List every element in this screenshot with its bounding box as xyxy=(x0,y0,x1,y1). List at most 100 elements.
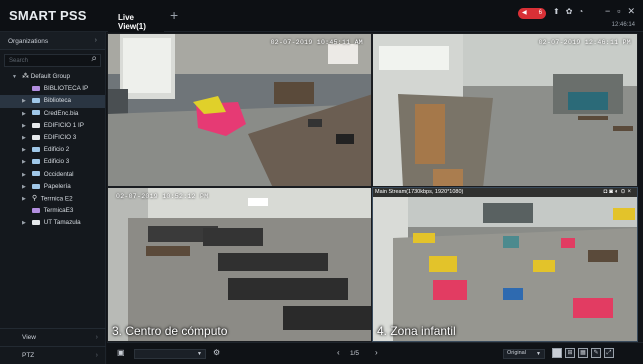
dvr-icon xyxy=(32,98,40,104)
chevron-right-icon: › xyxy=(95,334,98,341)
dvr-icon xyxy=(32,183,40,189)
tour-icon[interactable]: ⚙ xyxy=(213,348,220,357)
search-icon[interactable]: ⌕ xyxy=(91,53,97,64)
tree-node-label: Edificio 2 xyxy=(43,146,70,154)
video-window-3[interactable]: 02-07-2019 10:52:12 PM 3. Centro de cómp… xyxy=(107,187,372,342)
view-panel-header[interactable]: View › xyxy=(0,328,106,346)
tree-node-biblioteca-ip[interactable]: BIBLIOTECA IP xyxy=(0,83,105,95)
tree-node-label: Terrnica E2 xyxy=(40,195,73,203)
tree-node-label: CredEnc.bia xyxy=(43,109,79,117)
camera-icon xyxy=(32,207,40,213)
expand-right-icon[interactable]: ▶ xyxy=(22,108,26,120)
camera-icon xyxy=(32,86,40,92)
chevron-down-icon: ▼ xyxy=(536,351,541,357)
dvr-icon xyxy=(32,146,40,152)
chevron-right-icon: › xyxy=(95,352,98,359)
layout-1-icon[interactable] xyxy=(552,348,562,358)
camera-name-overlay: 3. Centro de cómputo xyxy=(112,324,228,338)
video-grid: 02-07-2019 10:45:11 AM 02-07-2019 12:46:… xyxy=(107,33,638,342)
expand-right-icon[interactable]: ▶ xyxy=(22,193,26,205)
expand-right-icon[interactable]: ▶ xyxy=(22,132,26,144)
video-window-4[interactable]: Main Stream(1730kbps, 1920*1080) ◘◙◐⊙× 4… xyxy=(372,187,638,342)
expand-right-icon[interactable]: ▶ xyxy=(22,169,26,181)
minimize-icon[interactable]: − xyxy=(605,6,610,17)
dvr-icon xyxy=(32,159,40,165)
stream-quality-value: Original xyxy=(507,350,526,356)
search-input[interactable]: Search ⌕ xyxy=(4,53,101,67)
view-select[interactable]: ▼ xyxy=(134,349,206,359)
organizations-header[interactable]: Organizations › xyxy=(0,32,105,50)
dvr-icon xyxy=(32,110,40,116)
tree-node-edificio-3[interactable]: ▶ Edificio 3 xyxy=(0,156,105,168)
layout-custom-icon[interactable]: ▦ xyxy=(578,348,588,358)
video-window-2[interactable]: 02-07-2019 12:46:11 PM xyxy=(372,33,638,187)
bottom-toolbar: ▣ ▼ ⚙ ‹ 1/5 › Original ▼ ⊞ ▦ ✎ ⤢ xyxy=(107,342,643,364)
gear-icon[interactable]: ✿ xyxy=(566,7,573,16)
next-page-icon[interactable]: › xyxy=(375,348,378,357)
user-icon[interactable]: ⬆ xyxy=(553,7,560,16)
stream-info-bar: Main Stream(1730kbps, 1920*1080) ◘◙◐⊙× xyxy=(373,188,637,197)
close-icon[interactable]: × xyxy=(627,189,633,195)
add-tab-icon[interactable]: + xyxy=(170,8,178,22)
tree-node-edificio-2[interactable]: ▶ Edificio 2 xyxy=(0,144,105,156)
video-feed-1 xyxy=(108,34,371,186)
tree-node-label: BIBLIOTECA IP xyxy=(43,85,89,93)
tree-node-termica-e2[interactable]: ▶ ⚲ Terrnica E2 xyxy=(0,193,105,205)
title-bar: SMART PSS Live View(1) + ◀ 6 ⬆ ✿ ◔ − ▫ ✕… xyxy=(0,0,643,32)
expand-right-icon[interactable]: ▶ xyxy=(22,120,26,132)
dvr-icon xyxy=(32,171,40,177)
chevron-right-icon: › xyxy=(94,37,97,44)
tree-node-biblioteca[interactable]: ▶ Biblioteca xyxy=(0,95,105,108)
device-tree: ▼ ⁂ Default Group BIBLIOTECA IP ▶ Biblio… xyxy=(0,71,105,229)
prev-page-icon[interactable]: ‹ xyxy=(337,348,340,357)
restore-icon[interactable]: ▫ xyxy=(617,6,620,17)
location-icon: ⚲ xyxy=(32,194,38,202)
expand-right-icon[interactable]: ▶ xyxy=(22,181,26,193)
tree-node-ut-tamazula[interactable]: ▶ UT Tamazula xyxy=(0,217,105,229)
alarm-count: 6 xyxy=(538,10,542,16)
alarm-badge[interactable]: ◀ 6 xyxy=(518,8,546,19)
timestamp-overlay: 02-07-2019 10:52:12 PM xyxy=(116,193,209,200)
tree-node-edificio-1-ip[interactable]: ▶ EDIFICIO 1 IP xyxy=(0,120,105,132)
save-view-icon[interactable]: ▣ xyxy=(117,348,125,357)
clock: 12:46:14 xyxy=(611,22,635,28)
tree-node-papeleria[interactable]: ▶ Papelería xyxy=(0,181,105,193)
stream-toolbar: ◘◙◐⊙× xyxy=(604,188,633,195)
video-window-1[interactable]: 02-07-2019 10:45:11 AM xyxy=(107,33,372,187)
tree-node-credencia[interactable]: ▶ CredEnc.bia xyxy=(0,108,105,120)
ptz-label: PTZ xyxy=(22,352,35,359)
dashboard-icon[interactable]: ◔ xyxy=(578,7,583,16)
expand-right-icon[interactable]: ▶ xyxy=(22,156,26,168)
tree-node-label: Occidental xyxy=(43,170,74,178)
tree-node-label: TermicaE3 xyxy=(43,207,74,215)
tree-node-label: Default Group xyxy=(30,73,70,80)
edit-icon[interactable]: ✎ xyxy=(591,348,601,358)
nvr-icon xyxy=(32,220,40,226)
nvr-icon xyxy=(32,122,40,128)
video-feed-3 xyxy=(108,188,371,341)
expand-right-icon[interactable]: ▶ xyxy=(22,217,26,229)
tree-node-label: EDIFICIO 1 IP xyxy=(43,121,84,129)
organizations-label: Organizations xyxy=(8,38,49,45)
tree-node-termica-e3[interactable]: TermicaE3 xyxy=(0,205,105,217)
tree-node-occidental[interactable]: ▶ Occidental xyxy=(0,169,105,181)
tree-node-default-group[interactable]: ▼ ⁂ Default Group xyxy=(0,71,105,83)
tree-node-edificio-3-upper[interactable]: ▶ EDIFICIO 3 xyxy=(0,132,105,144)
tree-node-label: Edificio 3 xyxy=(43,158,70,166)
tree-node-label: Biblioteca xyxy=(43,97,72,105)
close-icon[interactable]: ✕ xyxy=(627,6,635,17)
stream-quality-select[interactable]: Original ▼ xyxy=(503,349,545,359)
tab-live-view[interactable]: Live View(1) xyxy=(108,9,164,32)
tree-node-label: UT Tamazula xyxy=(43,219,81,227)
view-label: View xyxy=(22,334,36,341)
expand-right-icon[interactable]: ▶ xyxy=(22,95,26,107)
sidebar: Organizations › Search ⌕ ▼ ⁂ Default Gro… xyxy=(0,32,106,364)
expand-right-icon[interactable]: ▶ xyxy=(22,144,26,156)
ptz-panel-header[interactable]: PTZ › xyxy=(0,346,106,364)
expand-down-icon[interactable]: ▼ xyxy=(12,71,17,83)
stream-info-text: Main Stream(1730kbps, 1920*1080) xyxy=(375,189,464,195)
fullscreen-icon[interactable]: ⤢ xyxy=(604,348,614,358)
group-icon: ⁂ xyxy=(22,73,29,80)
layout-4-icon[interactable]: ⊞ xyxy=(565,348,575,358)
timestamp-overlay: 02-07-2019 10:45:11 AM xyxy=(270,39,363,46)
